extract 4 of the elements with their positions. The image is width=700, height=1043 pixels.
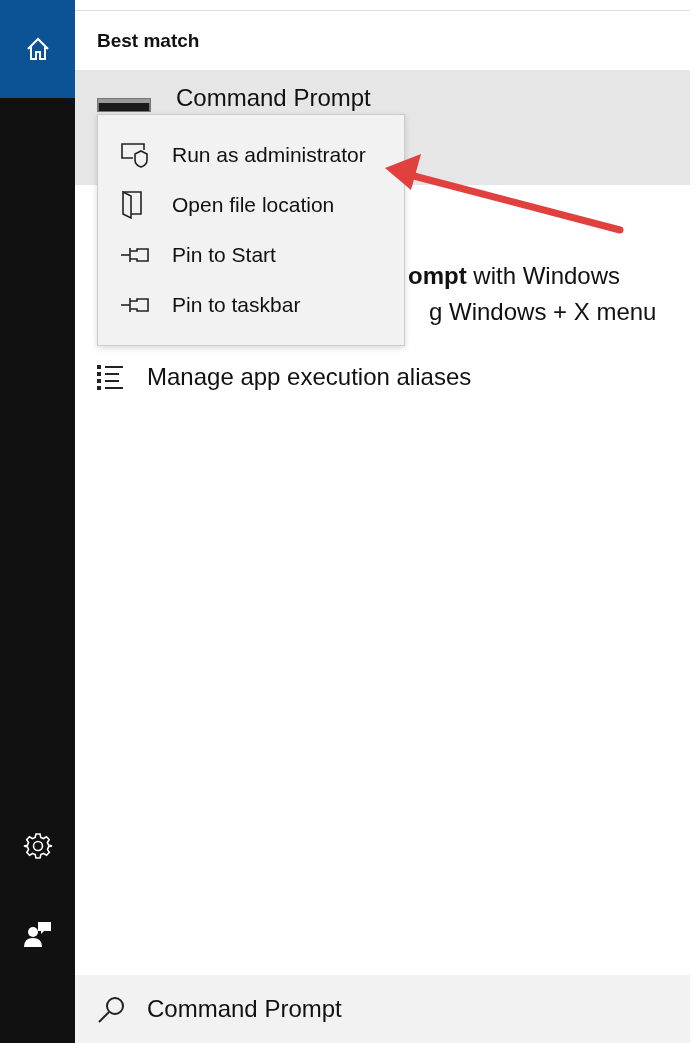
description-text: ompt with Windows (408, 262, 621, 290)
section-title: Best match (96, 29, 201, 51)
app-title: Command Prompt (176, 84, 371, 112)
description-text: g Windows + X menu (429, 298, 657, 326)
